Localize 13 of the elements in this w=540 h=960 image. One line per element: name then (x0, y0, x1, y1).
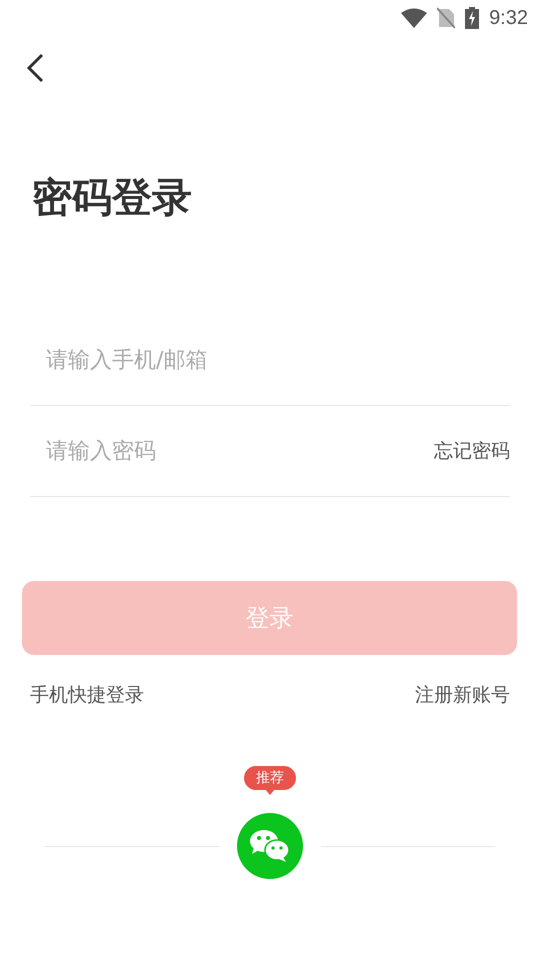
status-time: 9:32 (489, 6, 528, 30)
wifi-icon (401, 8, 428, 28)
badge-pointer-icon (265, 789, 275, 795)
register-link[interactable]: 注册新账号 (415, 682, 510, 708)
password-field[interactable]: 请输入密码 (30, 431, 434, 471)
account-field[interactable]: 请输入手机/邮箱 (30, 340, 510, 380)
page-title: 密码登录 (32, 174, 192, 223)
battery-charging-icon (465, 7, 480, 29)
forgot-password-link[interactable]: 忘记密码 (434, 438, 510, 464)
quick-login-link[interactable]: 手机快捷登录 (30, 682, 144, 708)
no-sim-icon (437, 7, 456, 29)
recommended-badge: 推荐 (244, 766, 296, 790)
back-icon[interactable] (24, 52, 46, 84)
